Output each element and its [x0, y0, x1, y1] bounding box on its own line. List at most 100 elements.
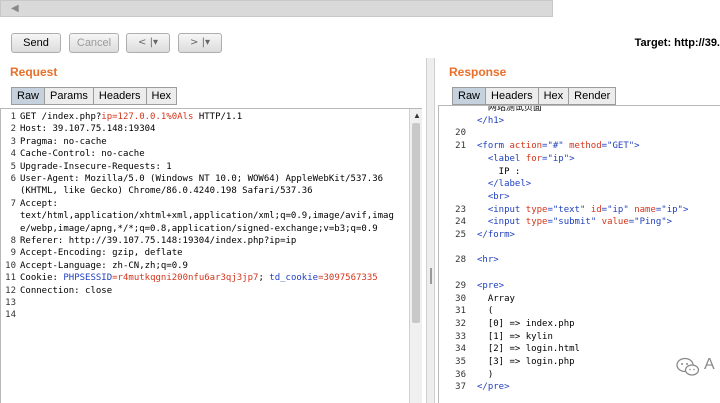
watermark-text: A — [704, 356, 715, 373]
line-number: 25 — [455, 230, 466, 240]
code-token: =3097567335 — [318, 273, 378, 284]
code-token: ="Ping"> — [628, 217, 673, 228]
code-text: Upgrade-Insecure-Requests: 1 — [20, 161, 172, 173]
line-number: 1 — [10, 112, 16, 122]
code-token: Pragma: no-cache — [20, 136, 107, 147]
line-number: 14 — [5, 310, 16, 321]
code-token: Accept: — [20, 198, 58, 209]
line-number: 21 — [455, 141, 466, 152]
response-code-line: <br> — [439, 191, 706, 203]
line-number: 28 — [455, 255, 466, 266]
request-tab-params[interactable]: Params — [45, 87, 94, 105]
code-token: <label — [477, 153, 526, 164]
code-token: <form — [477, 141, 510, 152]
response-tab-raw[interactable]: Raw — [452, 87, 487, 105]
response-tab-hex[interactable]: Hex — [538, 87, 570, 105]
request-vertical-scrollbar[interactable]: ▲ — [409, 109, 422, 403]
response-code-line: 20 — [439, 127, 706, 139]
request-code-line: 12 Connection: close — [1, 285, 408, 297]
request-editor[interactable]: ▲ 1 GET /index.php?ip=127.0.0.1%0Als HTTP… — [0, 108, 422, 403]
code-text: </h1> — [477, 115, 504, 127]
response-code-line: 23 <input type="text" id="ip" name="ip"> — [439, 204, 706, 216]
send-button[interactable]: Send — [11, 33, 61, 53]
response-code-line: 25 </form> — [439, 229, 706, 241]
request-tab-hex[interactable]: Hex — [146, 87, 178, 105]
code-token: type — [525, 204, 548, 215]
code-token: HTTP/1.1 — [193, 112, 243, 122]
code-text: [3] => login.php — [477, 356, 575, 368]
line-number: 7 — [10, 198, 16, 209]
code-token: IP : — [477, 166, 521, 177]
line-number: 8 — [10, 236, 16, 246]
code-text: Host: 39.107.75.148:19304 — [20, 123, 155, 135]
code-token: [1] => kylin — [477, 331, 553, 342]
code-token: action — [509, 141, 543, 152]
response-code-line: 34 [2] => login.html — [439, 343, 706, 355]
code-text: <label for="ip"> — [477, 153, 575, 165]
code-token: <input — [477, 217, 526, 228]
request-scroll-thumb[interactable] — [412, 123, 420, 323]
pane-divider[interactable] — [426, 58, 435, 403]
code-token: Connection: close — [20, 285, 113, 296]
code-text: IP : — [477, 166, 521, 178]
request-code-line: 11 Cookie: PHPSESSID=r4mutkqgni200nfu6ar3… — [1, 272, 408, 284]
scroll-left-icon[interactable]: ◀ — [11, 3, 19, 14]
line-number: 23 — [455, 204, 466, 215]
code-text: Pragma: no-cache — [20, 136, 107, 148]
code-token: GET /index.php? — [20, 112, 102, 122]
line-number: 2 — [10, 124, 16, 135]
code-text: Accept-Encoding: gzip, deflate — [20, 247, 183, 259]
request-code-line: 2 Host: 39.107.75.148:19304 — [1, 123, 408, 135]
code-token: text/html,application/xhtml+xml,applicat… — [20, 211, 394, 222]
code-text: Accept: — [20, 198, 58, 210]
code-token: ) — [477, 369, 494, 380]
scroll-up-icon[interactable]: ▲ — [413, 111, 421, 120]
request-code-line: e/webp,image/apng,*/*;q=0.8,application/… — [1, 223, 408, 235]
line-number: 24 — [455, 217, 466, 228]
horizontal-scrollbar[interactable]: ◀ — [0, 0, 553, 17]
response-code-line: 32 [0] => index.php — [439, 318, 706, 330]
code-token: Accept-Language: zh-CN,zh;q=0.9 — [20, 260, 188, 271]
code-token: value — [601, 217, 629, 228]
response-code-line: 网站测试页面 — [439, 106, 706, 114]
response-code-line: 24 <input type="submit" value="Ping"> — [439, 216, 706, 228]
code-text: [0] => index.php — [477, 318, 575, 330]
code-text: <form action="#" method="GET"> — [477, 140, 640, 152]
code-text: </form> — [477, 229, 515, 241]
line-number: 30 — [455, 293, 466, 304]
response-tab-headers[interactable]: Headers — [486, 87, 539, 105]
response-tab-render[interactable]: Render — [569, 87, 617, 105]
request-code-line: 14 — [1, 309, 408, 321]
request-code-line: 13 — [1, 297, 408, 309]
top-strip: ◀ — [0, 0, 720, 20]
response-code-line: </h1> — [439, 115, 706, 127]
request-title: Request — [10, 65, 58, 79]
code-text: Cookie: PHPSESSID=r4mutkqgni200nfu6ar3qj… — [20, 272, 378, 284]
code-token: </form> — [477, 230, 515, 240]
code-text: User-Agent: Mozilla/5.0 (Windows NT 10.0… — [20, 173, 383, 185]
request-tab-raw[interactable]: Raw — [11, 87, 46, 105]
code-token: ="#" — [542, 141, 570, 152]
code-text: Referer: http://39.107.75.148:19304/inde… — [20, 235, 296, 247]
request-tab-headers[interactable]: Headers — [93, 87, 147, 105]
line-number: 4 — [10, 149, 16, 160]
code-text: ) — [477, 369, 493, 381]
code-token: method — [569, 141, 602, 152]
cancel-button[interactable]: Cancel — [69, 33, 119, 53]
line-number: 35 — [455, 357, 466, 367]
response-code-line: 36 ) — [439, 369, 706, 381]
forward-button[interactable]: > |▾ — [178, 33, 222, 53]
back-button[interactable]: < |▾ — [126, 33, 170, 53]
code-token: =127.0.0.1%0Als — [112, 112, 194, 122]
line-number: 36 — [455, 369, 466, 380]
line-number: 5 — [10, 161, 16, 172]
code-token: ="ip"> — [542, 153, 575, 164]
divider-grip[interactable] — [430, 268, 432, 284]
code-token: Array — [477, 293, 515, 304]
code-text: ( — [477, 305, 493, 317]
code-token: ip — [101, 112, 113, 122]
response-title: Response — [449, 65, 507, 79]
line-number: 13 — [5, 298, 16, 308]
code-text: <hr> — [477, 254, 499, 266]
code-token: Upgrade-Insecure-Requests: 1 — [20, 161, 172, 172]
